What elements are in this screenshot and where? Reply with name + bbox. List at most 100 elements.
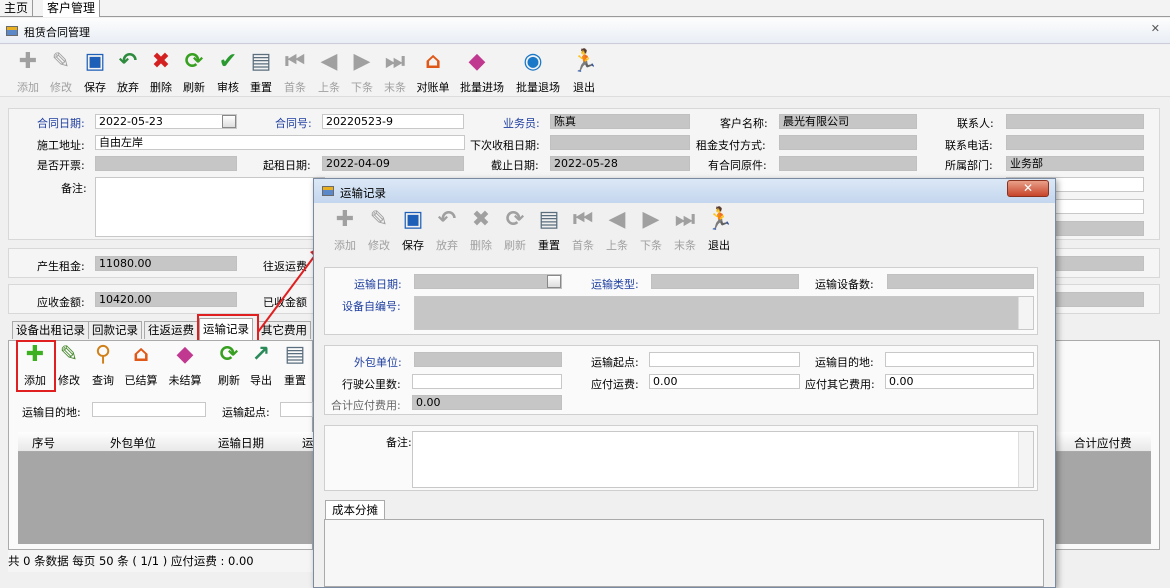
salesman-field[interactable]: 陈真: [550, 114, 690, 129]
exit-icon: 🏃: [571, 49, 599, 74]
contract-no-field[interactable]: 20220523-9: [322, 114, 464, 129]
close-icon[interactable]: ✕: [1151, 22, 1160, 35]
vendor-field[interactable]: [414, 352, 562, 367]
tab-payment-records[interactable]: 回款记录: [88, 321, 142, 339]
col-seq[interactable]: 序号: [32, 435, 55, 451]
col-date[interactable]: 运输日期: [218, 435, 264, 451]
toolbar-delete-button[interactable]: ✖ 删除: [144, 49, 178, 95]
dialog.toolbar-add-button[interactable]: ✚ 添加: [328, 207, 362, 253]
toolbar-statement-button[interactable]: ⌂ 对账单: [416, 49, 450, 95]
tab-home[interactable]: 主页: [0, 0, 34, 17]
col-vendor[interactable]: 外包单位: [110, 435, 156, 451]
edit-icon: ✎: [51, 49, 71, 74]
sub_toolbar-reset-button[interactable]: ▤ 重置: [278, 342, 312, 388]
sub_toolbar-edit-button[interactable]: ✎ 修改: [52, 342, 86, 388]
transport-date-field[interactable]: [414, 274, 562, 289]
dialog.toolbar-next-record-button[interactable]: ▶ 下条: [634, 207, 668, 253]
toolbar-edit-button[interactable]: ✎ 修改: [44, 49, 78, 95]
rent-field[interactable]: 11080.00: [95, 256, 237, 271]
phone-field[interactable]: [1006, 135, 1144, 150]
dialog.toolbar-save-button[interactable]: ▣ 保存: [396, 207, 430, 253]
sub_toolbar-refresh-button[interactable]: ⟳ 刷新: [212, 342, 246, 388]
toolbar-button-label: 上条: [606, 239, 628, 252]
toolbar-exit-button[interactable]: 🏃 退出: [567, 49, 601, 95]
site-label: 施工地址:: [37, 139, 85, 152]
equipment-count-field[interactable]: [887, 274, 1034, 289]
window-title: 租赁合同管理: [24, 26, 90, 39]
origin-field[interactable]: [649, 352, 800, 367]
dialog.toolbar-previous-record-button[interactable]: ◀ 上条: [600, 207, 634, 253]
reset-icon: ▤: [250, 49, 272, 74]
toolbar-batch-out-button[interactable]: ◉ 批量退场: [516, 49, 560, 95]
end-date-field[interactable]: 2022-05-28: [550, 156, 690, 171]
col-total-payable[interactable]: 合计应付费: [1074, 435, 1132, 451]
toolbar-button-label: 修改: [368, 239, 390, 252]
invoice-field[interactable]: [95, 156, 237, 171]
main-toolbar: ✚ 添加 ✎ 修改 ▣ 保存 ↶ 放弃 ✖ 删除 ⟳ 刷新 ✔ 审核 ▤ 重置 ⏮ 首条 ◀ 上条 ▶ 下条 ⏭ 末条 ⌂ 对账单…: [0, 45, 1170, 97]
toolbar-reset-button[interactable]: ▤ 重置: [244, 49, 278, 95]
customer-field[interactable]: 晨光有限公司: [779, 114, 917, 129]
dialog.toolbar-edit-button[interactable]: ✎ 修改: [362, 207, 396, 253]
add-highlight-box: [16, 340, 56, 392]
toolbar-last-record-button[interactable]: ⏭ 末条: [378, 49, 412, 95]
dialog.toolbar-first-record-button[interactable]: ⏮ 首条: [566, 207, 600, 253]
dialog-calendar-icon[interactable]: [547, 275, 561, 288]
sub_toolbar-search-button[interactable]: ⚲ 查询: [86, 342, 120, 388]
other-fees-field[interactable]: 0.00: [885, 374, 1034, 389]
remark-textarea[interactable]: [95, 177, 325, 237]
records-grid: 序号 外包单位 运输日期 运: [18, 432, 314, 544]
receivable-field[interactable]: 10420.00: [95, 292, 237, 307]
tab-equipment-rental[interactable]: 设备出租记录: [12, 321, 89, 339]
toolbar-spellcheck-button[interactable]: ✔ 审核: [211, 49, 245, 95]
dialog-close-button[interactable]: ✕: [1007, 180, 1049, 197]
transport-type-field[interactable]: [651, 274, 799, 289]
freight-field[interactable]: 0.00: [649, 374, 800, 389]
dialog.toolbar-reset-button[interactable]: ▤ 重置: [532, 207, 566, 253]
dialog.toolbar-last-record-button[interactable]: ⏭ 末条: [668, 207, 702, 253]
tab-roundtrip-freight[interactable]: 往返运费: [144, 321, 198, 339]
next-record-icon: ▶: [642, 207, 660, 232]
toolbar-previous-record-button[interactable]: ◀ 上条: [312, 49, 346, 95]
sub_toolbar-export-button[interactable]: ↗ 导出: [244, 342, 278, 388]
original-contract-field[interactable]: [779, 156, 917, 171]
site-field[interactable]: 自由左岸: [95, 135, 465, 150]
toolbar-button-label: 下条: [640, 239, 662, 252]
toolbar-batch-in-button[interactable]: ◆ 批量进场: [460, 49, 504, 95]
destination-field[interactable]: [885, 352, 1034, 367]
dialog-remark-textarea[interactable]: [412, 431, 1034, 488]
dest-filter-input[interactable]: [92, 402, 206, 417]
toolbar-refresh-button[interactable]: ⟳ 刷新: [177, 49, 211, 95]
dept-field[interactable]: 业务部: [1006, 156, 1144, 171]
contract-no-label: 合同号:: [275, 117, 312, 130]
reset-icon: ▤: [538, 207, 560, 232]
km-field[interactable]: [412, 374, 562, 389]
toolbar-first-record-button[interactable]: ⏮ 首条: [278, 49, 312, 95]
remark-scrollbar[interactable]: [1018, 432, 1033, 487]
next-rent-field[interactable]: [550, 135, 690, 150]
edit-icon: ✎: [369, 207, 389, 232]
dialog.toolbar-exit-button[interactable]: 🏃 退出: [702, 207, 736, 253]
dialog.toolbar-delete-button[interactable]: ✖ 删除: [464, 207, 498, 253]
toolbar-save-button[interactable]: ▣ 保存: [78, 49, 112, 95]
toolbar-add-button[interactable]: ✚ 添加: [11, 49, 45, 95]
start-date-field[interactable]: 2022-04-09: [322, 156, 464, 171]
origin-filter-input[interactable]: [280, 402, 313, 417]
toolbar-next-record-button[interactable]: ▶ 下条: [345, 49, 379, 95]
dialog.toolbar-refresh-button[interactable]: ⟳ 刷新: [498, 207, 532, 253]
tab-customer-management[interactable]: 客户管理: [43, 0, 101, 17]
toolbar-button-label: 下条: [351, 81, 373, 94]
col-partial[interactable]: 运: [302, 435, 314, 451]
equipment-serial-textarea[interactable]: [414, 296, 1034, 330]
total-payable-field[interactable]: 0.00: [412, 395, 562, 410]
contract-date-field[interactable]: 2022-05-23: [95, 114, 237, 129]
sub_toolbar-settled-button[interactable]: ⌂ 已结算: [124, 342, 158, 388]
tab-cost-allocation[interactable]: 成本分摊: [325, 500, 385, 520]
previous-record-icon: ◀: [320, 49, 338, 74]
serial-scrollbar[interactable]: [1018, 297, 1033, 329]
calendar-icon[interactable]: [222, 115, 236, 128]
sub_toolbar-unsettled-button[interactable]: ◆ 未结算: [168, 342, 202, 388]
contact-field[interactable]: [1006, 114, 1144, 129]
dialog.toolbar-undo-button[interactable]: ↶ 放弃: [430, 207, 464, 253]
pay-method-field[interactable]: [779, 135, 917, 150]
toolbar-undo-button[interactable]: ↶ 放弃: [111, 49, 145, 95]
